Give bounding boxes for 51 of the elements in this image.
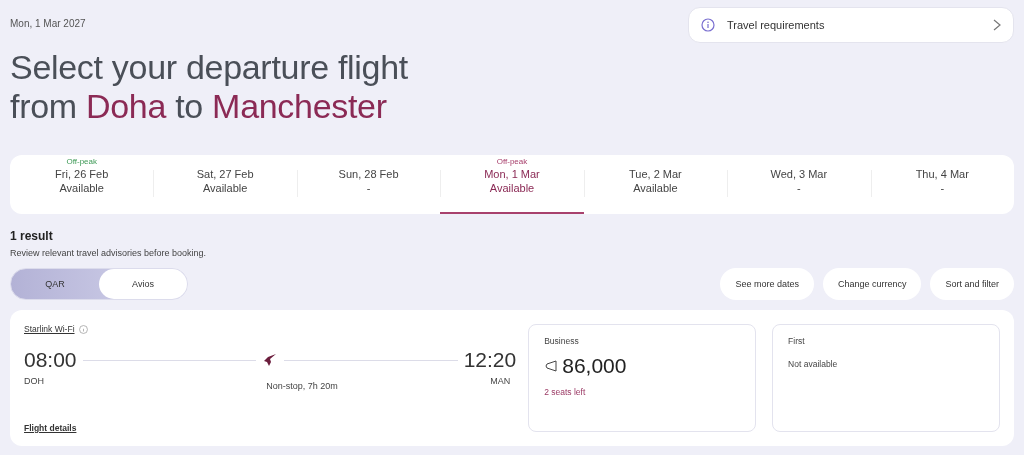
arrival-code: MAN bbox=[490, 376, 511, 388]
date-label: Wed, 3 Mar bbox=[770, 167, 828, 181]
departure-time: 08:00 bbox=[24, 348, 77, 372]
info-icon bbox=[701, 18, 715, 32]
advisory-text: Review relevant travel advisories before booking. bbox=[10, 248, 208, 258]
travel-requirements-button[interactable]: Travel requirements bbox=[688, 7, 1014, 43]
date-label: Sat, 27 Feb bbox=[196, 167, 254, 181]
date-tab[interactable]: Sun, 28 Feb - bbox=[296, 155, 441, 214]
availability-label: Available bbox=[489, 181, 535, 195]
off-peak-label: Off-peak bbox=[66, 157, 97, 167]
info-icon bbox=[78, 324, 88, 334]
availability-label: Available bbox=[633, 181, 678, 195]
result-count: 1 result bbox=[10, 229, 54, 243]
date-tab[interactable]: Tue, 2 Mar Available bbox=[583, 155, 728, 214]
selected-date: Mon, 1 Mar 2027 bbox=[10, 18, 87, 29]
action-button[interactable]: Change currency bbox=[822, 268, 922, 300]
date-label: Sun, 28 Feb bbox=[338, 167, 399, 181]
arrival-time: 12:20 bbox=[463, 348, 517, 372]
page-title: Select your departure flight from Doha to Manchester bbox=[10, 48, 408, 126]
availability-label: - bbox=[366, 181, 371, 195]
action-button[interactable]: Sort and filter bbox=[930, 268, 1014, 300]
chevron-right-icon bbox=[993, 19, 1001, 31]
fare-card[interactable]: First Not available bbox=[772, 324, 1000, 432]
currency-option[interactable]: QAR bbox=[11, 269, 99, 299]
avios-icon bbox=[544, 359, 559, 373]
flight-details-link[interactable]: Flight details bbox=[24, 423, 77, 433]
date-tab[interactable]: Sat, 27 Feb Available bbox=[153, 155, 297, 214]
fare-price: 86,000 bbox=[562, 354, 627, 378]
availability-label: - bbox=[797, 181, 801, 195]
date-label: Tue, 2 Mar bbox=[629, 167, 682, 181]
date-tab[interactable]: Wed, 3 Mar - bbox=[727, 155, 871, 214]
date-label: Thu, 4 Mar bbox=[915, 167, 969, 181]
date-label: Mon, 1 Mar bbox=[484, 167, 540, 181]
cabin-label: Business bbox=[544, 336, 580, 346]
date-tab[interactable]: Off-peak Fri, 26 Feb Available bbox=[10, 155, 154, 214]
date-label: Fri, 26 Feb bbox=[55, 167, 109, 181]
action-button[interactable]: See more dates bbox=[720, 268, 814, 300]
not-available-text: Not available bbox=[788, 359, 839, 369]
date-tab[interactable]: Thu, 4 Mar - bbox=[870, 155, 1014, 214]
availability-label: Available bbox=[59, 181, 104, 195]
departure-code: DOH bbox=[24, 376, 44, 388]
date-tab[interactable]: Off-peak Mon, 1 Mar Available bbox=[440, 155, 584, 214]
wifi-link[interactable]: Starlink Wi-Fi bbox=[24, 324, 75, 334]
flight-duration: Non-stop, 7h 20m bbox=[266, 381, 338, 391]
availability-label: - bbox=[940, 181, 945, 195]
off-peak-label: Off-peak bbox=[496, 157, 528, 167]
cabin-label: First bbox=[788, 336, 806, 346]
fare-card[interactable]: Business 86,000 2 seats left bbox=[528, 324, 757, 432]
availability-label: Available bbox=[202, 181, 248, 195]
currency-option[interactable]: Avios bbox=[99, 269, 187, 299]
seats-left-text: 2 seats left bbox=[544, 387, 587, 397]
